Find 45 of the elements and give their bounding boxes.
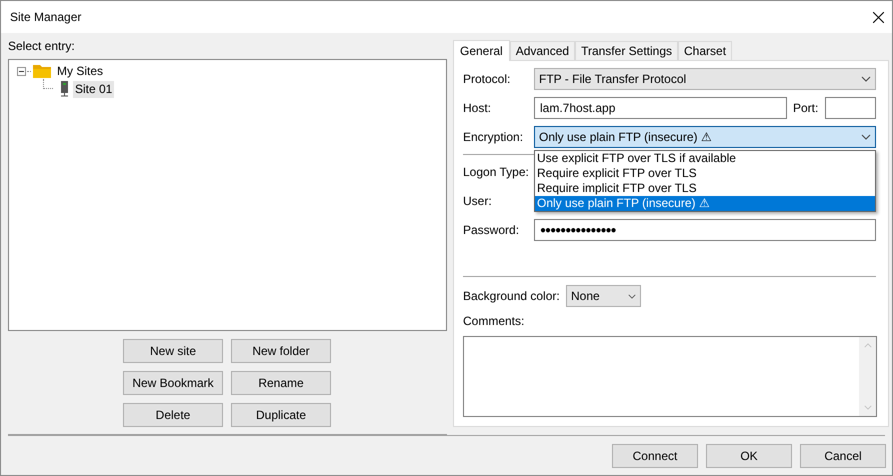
encryption-label: Encryption: <box>463 129 524 146</box>
window-title: Site Manager <box>10 9 82 26</box>
tree-item[interactable]: Site 01 <box>73 80 114 98</box>
entry-button[interactable]: Duplicate <box>231 403 331 428</box>
site-tree[interactable]: My Sites Site 01 <box>8 59 447 332</box>
encryption-option[interactable]: Require explicit FTP over TLS <box>535 166 875 182</box>
protocol-dropdown[interactable]: FTP - File Transfer Protocol <box>534 68 876 90</box>
encryption-option[interactable]: Use explicit FTP over TLS if available <box>535 151 875 166</box>
encryption-option[interactable]: Require implicit FTP over TLS <box>535 181 875 196</box>
comments-label: Comments: <box>463 313 524 330</box>
logon-type-label: Logon Type: <box>463 164 529 182</box>
port-label: Port: <box>793 100 820 118</box>
entry-button[interactable]: New Bookmark <box>123 371 223 396</box>
tab[interactable]: Charset <box>678 41 732 60</box>
dialog-button[interactable]: Connect <box>612 444 698 468</box>
chevron-icon <box>628 294 636 299</box>
server-icon <box>60 81 69 98</box>
background-color-dropdown[interactable]: None <box>566 285 641 308</box>
encryption-option[interactable]: Only use plain FTP (insecure) ⚠ <box>535 196 875 212</box>
tab[interactable]: Transfer Settings <box>575 41 678 60</box>
dialog-button[interactable]: OK <box>706 444 792 468</box>
close-icon[interactable] <box>873 12 884 23</box>
entry-button[interactable]: Rename <box>231 371 331 396</box>
host-label: Host: <box>463 100 492 118</box>
folder-icon <box>33 64 51 78</box>
password-field[interactable]: ●●●●●●●●●●●●●●● <box>534 219 876 242</box>
select-entry-label: Select entry: <box>8 39 76 56</box>
chevron-icon <box>861 76 871 82</box>
dialog-button[interactable]: Cancel <box>800 444 886 468</box>
port-field[interactable] <box>825 97 876 120</box>
encryption-dropdown[interactable]: Only use plain FTP (insecure) ⚠ <box>534 126 876 148</box>
tab[interactable]: General <box>453 40 510 62</box>
host-field[interactable]: lam.7host.app <box>534 97 787 120</box>
user-label: User: <box>463 193 492 210</box>
chevron-icon <box>861 134 871 140</box>
protocol-label: Protocol: <box>463 71 512 88</box>
tab[interactable]: Advanced <box>510 41 576 60</box>
entry-button[interactable]: Delete <box>123 403 223 428</box>
password-label: Password: <box>463 222 520 240</box>
background-color-label: Background color: <box>463 288 561 306</box>
comments-field[interactable] <box>463 336 877 418</box>
collapse-icon[interactable] <box>17 66 26 76</box>
tree-item[interactable]: My Sites <box>55 62 106 80</box>
entry-button[interactable]: New site <box>123 339 223 364</box>
entry-button[interactable]: New folder <box>231 339 331 364</box>
